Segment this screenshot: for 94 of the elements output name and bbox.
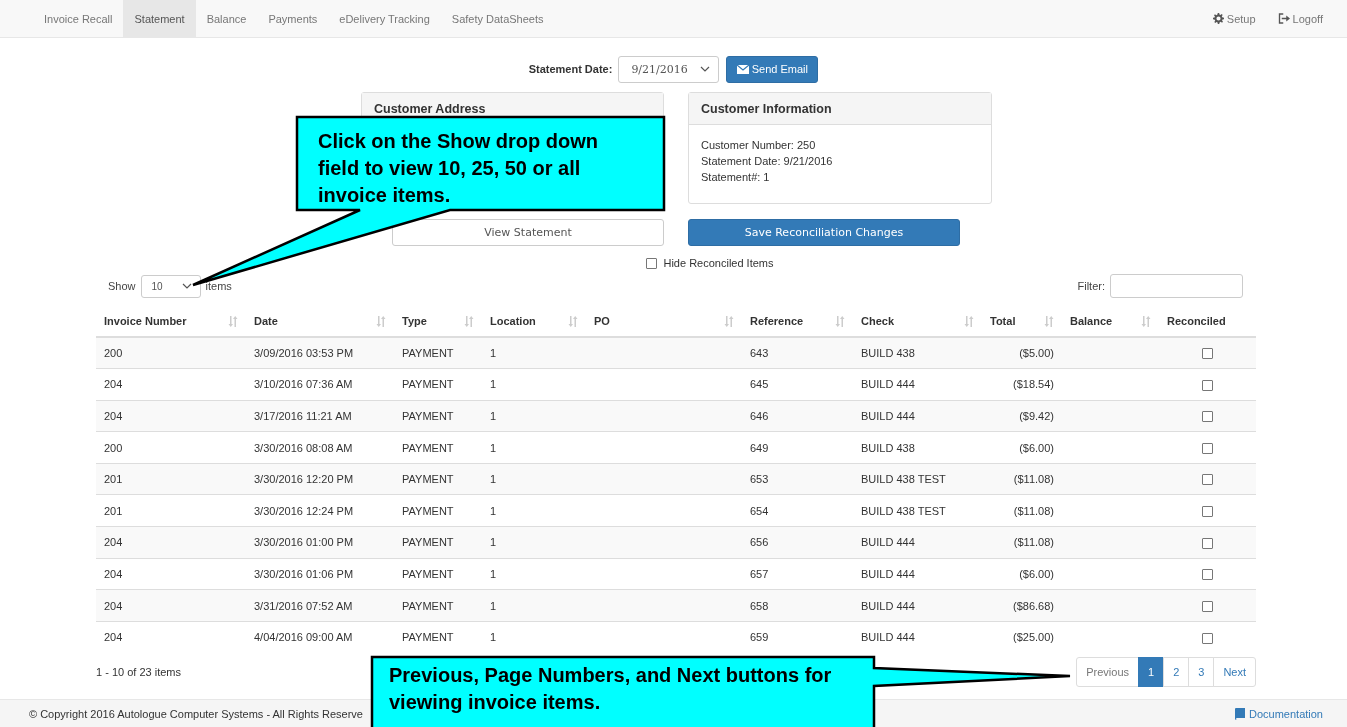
filter-label: Filter: — [1077, 280, 1105, 292]
table-cell: 658 — [742, 589, 853, 622]
info-line: Statement Date: 9/21/2016 — [701, 154, 834, 169]
table-cell: 1 — [482, 463, 586, 495]
table-cell: 3/30/2016 12:20 PM — [246, 463, 394, 495]
info-line: Customer Number: 250 — [701, 138, 817, 153]
table-cell: BUILD 444 — [853, 368, 982, 401]
callout-text: Previous, Page Numbers, and Next buttons for viewing invoice items. — [389, 663, 833, 715]
table-cell: ($5.00) — [982, 337, 1062, 369]
header-label: Invoice Number — [104, 315, 187, 327]
table-cell: PAYMENT — [394, 463, 482, 495]
table-cell: ($11.08) — [982, 526, 1062, 559]
table-cell: BUILD 438 — [853, 337, 982, 369]
table-cell: 204 — [96, 368, 246, 401]
table-cell: BUILD 444 — [853, 526, 982, 559]
info-line: Statement#: 1 — [701, 170, 771, 185]
table-cell: 657 — [742, 558, 853, 590]
table-cell: PAYMENT — [394, 337, 482, 369]
table-cell: 1 — [482, 337, 586, 369]
table-cell: 653 — [742, 463, 853, 495]
items-label: items — [205, 280, 232, 292]
table-cell: 3/30/2016 01:00 PM — [246, 526, 394, 559]
header-label: PO — [594, 315, 610, 327]
table-cell: 204 — [96, 558, 246, 590]
table-cell: 204 — [96, 526, 246, 559]
table-cell: 645 — [742, 368, 853, 401]
table-cell: ($6.00) — [982, 558, 1062, 590]
header-label: Check — [861, 315, 895, 327]
table-cell: 3/30/2016 08:08 AM — [246, 431, 394, 464]
table-cell: BUILD 444 — [853, 558, 982, 590]
table-cell: 3/17/2016 11:21 AM — [246, 400, 394, 432]
table-cell: 1 — [482, 589, 586, 622]
callout-text: Click on the Show drop down field to view 10, 25, 50 or all invoice items. — [318, 129, 599, 208]
table-cell: 1 — [482, 526, 586, 559]
table-cell: BUILD 444 — [853, 400, 982, 432]
table-cell: PAYMENT — [394, 368, 482, 401]
table-cell: PAYMENT — [394, 494, 482, 527]
table-cell: ($18.54) — [982, 368, 1062, 401]
table-cell: 204 — [96, 589, 246, 622]
table-cell: 654 — [742, 494, 853, 527]
table-cell: ($11.08) — [982, 494, 1062, 527]
table-cell: 200 — [96, 431, 246, 464]
header-label: Total — [990, 315, 1016, 327]
panel-title: Customer Address — [374, 101, 486, 116]
table-cell: ($25.00) — [982, 621, 1062, 653]
table-cell: BUILD 438 TEST — [853, 463, 982, 495]
checkbox-label: Hide Reconciled Items — [663, 257, 774, 269]
panel-title: Customer Information — [701, 101, 832, 116]
table-cell: 1 — [482, 558, 586, 590]
table-cell: PAYMENT — [394, 400, 482, 432]
table-cell: 1 — [482, 621, 586, 653]
table-cell: PAYMENT — [394, 621, 482, 653]
table-cell: 659 — [742, 621, 853, 653]
header-label: Reconciled — [1167, 315, 1226, 327]
header-label: Type — [402, 315, 427, 327]
show-label: Show — [108, 280, 136, 292]
table-cell: 201 — [96, 463, 246, 495]
table-cell: BUILD 444 — [853, 621, 982, 653]
table-cell: 646 — [742, 400, 853, 432]
table-cell: 204 — [96, 621, 246, 653]
table-cell: ($86.68) — [982, 589, 1062, 622]
table-cell: 1 — [482, 368, 586, 401]
table-cell: 3/10/2016 07:36 AM — [246, 368, 394, 401]
table-cell: ($9.42) — [982, 400, 1062, 432]
table-cell: 1 — [482, 431, 586, 464]
table-cell: PAYMENT — [394, 431, 482, 464]
table-cell: 200 — [96, 337, 246, 369]
table-cell: 1 — [482, 400, 586, 432]
header-label: Reference — [750, 315, 804, 327]
table-cell: 4/04/2016 09:00 AM — [246, 621, 394, 653]
header-label: Date — [254, 315, 278, 327]
table-cell: 656 — [742, 526, 853, 559]
header-label: Balance — [1070, 315, 1113, 327]
table-cell: 3/30/2016 12:24 PM — [246, 494, 394, 527]
table-cell: 204 — [96, 400, 246, 432]
table-cell: 1 — [482, 494, 586, 527]
table-cell: ($6.00) — [982, 431, 1062, 464]
table-cell: BUILD 438 TEST — [853, 494, 982, 527]
statement-date-label: Statement Date: — [528, 63, 613, 75]
table-cell: BUILD 438 — [853, 431, 982, 464]
table-cell: ($11.08) — [982, 463, 1062, 495]
header-label: Location — [490, 315, 536, 327]
items-summary: 1 - 10 of 23 items — [96, 665, 181, 678]
table-cell: PAYMENT — [394, 558, 482, 590]
table-cell: 643 — [742, 337, 853, 369]
table-cell: BUILD 444 — [853, 589, 982, 622]
table-cell: PAYMENT — [394, 526, 482, 559]
copyright-text: © Copyright 2016 Autologue Computer Systems - All Rights Reserve — [29, 707, 363, 720]
table-cell: 3/30/2016 01:06 PM — [246, 558, 394, 590]
table-cell: PAYMENT — [394, 589, 482, 622]
table-cell: 3/31/2016 07:52 AM — [246, 589, 394, 622]
table-cell: 649 — [742, 431, 853, 464]
table-cell: 3/09/2016 03:53 PM — [246, 337, 394, 369]
table-cell: 201 — [96, 494, 246, 527]
